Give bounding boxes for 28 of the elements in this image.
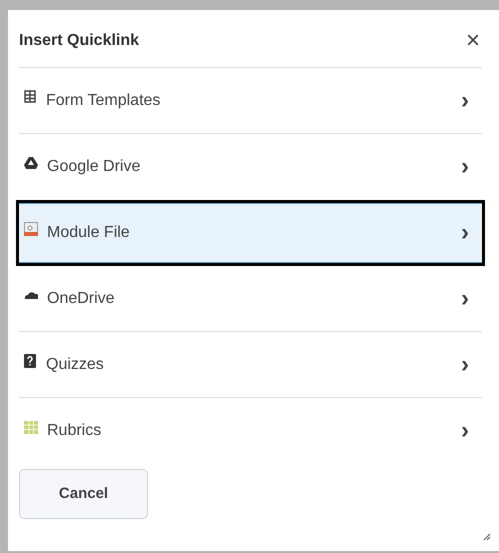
item-label: Form Templates [46,90,162,110]
chevron-icon: › [461,286,477,310]
chevron-icon: › [461,88,477,112]
quicklink-item[interactable]: Rubrics › [19,398,482,464]
item-label: Rubrics [47,421,102,441]
quicklink-item[interactable]: Module File › [16,200,485,266]
cancel-button[interactable]: Cancel [19,469,148,519]
chevron-icon: › [461,419,477,443]
chevron-icon: › [461,352,477,376]
question-icon [24,354,36,368]
dialog-title: Insert Quicklink [19,30,140,50]
resize-grip-icon [483,533,491,541]
quicklink-item[interactable]: Form Templates › [19,68,482,134]
table-icon [24,90,36,103]
item-label: Google Drive [47,157,142,177]
image-file-icon [24,222,38,236]
item-label: OneDrive [47,288,116,308]
quicklink-item[interactable]: OneDrive › [19,266,482,332]
triangle-icon [24,157,38,169]
quicklink-item[interactable]: Quizzes › [19,332,482,398]
cloud-icon [24,290,38,299]
item-label: Module File [47,223,131,243]
chevron-icon: › [461,221,477,245]
chevron-icon: › [461,155,477,179]
grid-icon [24,420,38,434]
quicklink-item[interactable]: Google Drive › [19,134,482,200]
item-label: Quizzes [46,354,105,374]
close-button[interactable]: × [466,28,482,52]
